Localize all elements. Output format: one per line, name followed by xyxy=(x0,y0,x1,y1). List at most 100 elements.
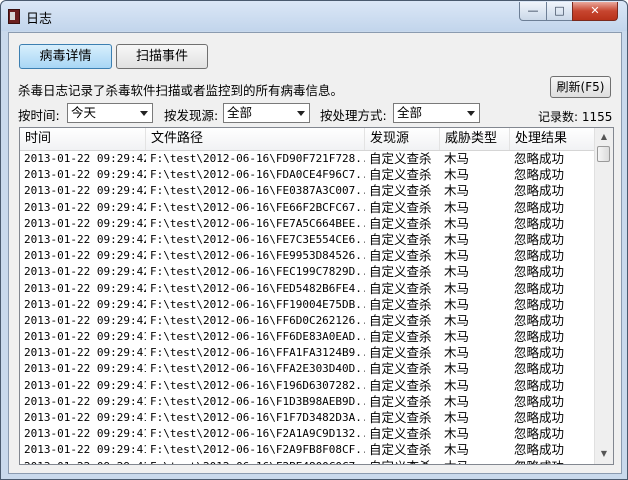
cell-time: 2013-01-22 09:29:42 xyxy=(24,184,146,198)
cell-threat: 木马 xyxy=(444,377,470,393)
window-title: 日志 xyxy=(26,12,53,27)
cell-path: F:\test\2012-06-16\FE7C3E554CE6... xyxy=(150,232,365,246)
cell-result: 忽略成功 xyxy=(514,426,565,442)
cell-source: 自定义查杀 xyxy=(369,345,432,361)
cell-source: 自定义查杀 xyxy=(369,280,432,296)
filter-source-select[interactable]: 全部 xyxy=(223,103,310,123)
tab-virus-details[interactable]: 病毒详情 xyxy=(19,44,112,69)
table-row[interactable]: 2013-01-22 09:29:41 F:\test\2012-06-16\FF… xyxy=(20,345,594,361)
cell-time: 2013-01-22 09:29:42 xyxy=(24,265,146,279)
column-header-path[interactable]: 文件路径 xyxy=(146,128,365,150)
column-header-source[interactable]: 发现源 xyxy=(365,128,440,150)
cell-result: 忽略成功 xyxy=(514,199,565,215)
close-button[interactable]: ✕ xyxy=(572,2,618,21)
cell-time: 2013-01-22 09:29:41 xyxy=(24,427,146,441)
cell-source: 自定义查杀 xyxy=(369,248,432,264)
cell-time: 2013-01-22 09:29:42 xyxy=(24,216,146,230)
table-row[interactable]: 2013-01-22 09:29:42 F:\test\2012-06-16\FD… xyxy=(20,167,594,183)
cell-threat: 木马 xyxy=(444,215,470,231)
table-row[interactable]: 2013-01-22 09:29:41F:\test\2012-06-16\F2… xyxy=(20,426,594,442)
table-row[interactable]: 2013-01-22 09:29:42 F:\test\2012-06-16\FD… xyxy=(20,151,594,167)
cell-path: F:\test\2012-06-16\FDA0CE4F96C7... xyxy=(150,168,365,182)
cell-path: F:\test\2012-06-16\FFA1FA3124B9... xyxy=(150,346,365,360)
table-row[interactable]: 2013-01-22 09:29:41F:\test\2012-06-16\F2… xyxy=(20,459,594,464)
table-row[interactable]: 2013-01-22 09:29:42 F:\test\2012-06-16\FE… xyxy=(20,232,594,248)
cell-threat: 木马 xyxy=(440,459,510,464)
cell-time: 2013-01-22 09:29:41 xyxy=(24,411,146,424)
cell-result: 忽略成功 xyxy=(514,312,565,328)
table-row[interactable]: 2013-01-22 09:29:42 F:\test\2012-06-16\FE… xyxy=(20,264,594,280)
cell-threat: 木马 xyxy=(444,329,470,345)
cell-source: 自定义查杀 xyxy=(365,459,440,464)
cell-path: F:\test\2012-06-16\F2BE4800C0C7... xyxy=(146,459,365,464)
table-row[interactable]: 2013-01-22 09:29:42 F:\test\2012-06-16\FE… xyxy=(20,200,594,216)
column-header-threat[interactable]: 威胁类型 xyxy=(440,128,510,150)
cell-source: 自定义查杀 xyxy=(369,296,432,312)
cell-source: 自定义查杀 xyxy=(369,264,432,280)
cell-result: 忽略成功 xyxy=(514,345,565,361)
filter-action-select[interactable]: 全部 xyxy=(393,103,480,123)
table-row[interactable]: 2013-01-22 09:29:41 F:\test\2012-06-16\FF… xyxy=(20,361,594,377)
table-body: 2013-01-22 09:29:42 F:\test\2012-06-16\FD… xyxy=(20,151,594,464)
cell-source: 自定义查杀 xyxy=(369,312,432,328)
tab-scan-events[interactable]: 扫描事件 xyxy=(116,44,208,69)
cell-path: F:\test\2012-06-16\FF19004E75DB... xyxy=(150,297,365,311)
cell-result: 忽略成功 xyxy=(514,167,565,183)
column-header-time[interactable]: 时间 xyxy=(20,128,146,150)
chevron-down-icon xyxy=(467,111,475,116)
cell-threat: 木马 xyxy=(444,296,470,312)
table-row[interactable]: 2013-01-22 09:29:41 F:\test\2012-06-16\F1… xyxy=(20,410,594,426)
table-row[interactable]: 2013-01-22 09:29:42 F:\test\2012-06-16\FE… xyxy=(20,183,594,199)
table-row[interactable]: 2013-01-22 09:29:42 F:\test\2012-06-16\FE… xyxy=(20,248,594,264)
table-row[interactable]: 2013-01-22 09:29:41F:\test\2012-06-16\F2… xyxy=(20,442,594,458)
cell-source: 自定义查杀 xyxy=(369,231,432,247)
cell-result: 忽略成功 xyxy=(514,410,565,425)
scroll-down-icon[interactable]: ▼ xyxy=(596,446,612,462)
cell-source: 自定义查杀 xyxy=(369,410,432,425)
record-count: 记录数: 1155 xyxy=(538,110,613,124)
client-area: 病毒详情 扫描事件 杀毒日志记录了杀毒软件扫描或者监控到的所有病毒信息。 刷新(… xyxy=(8,32,622,474)
cell-path: F:\test\2012-06-16\FE0387A3C007... xyxy=(150,184,365,198)
cell-time: 2013-01-22 09:29:41 xyxy=(24,330,146,344)
cell-threat: 木马 xyxy=(444,231,470,247)
vertical-scrollbar[interactable]: ▲ ▼ xyxy=(594,128,613,464)
table-row[interactable]: 2013-01-22 09:29:42 F:\test\2012-06-16\FE… xyxy=(20,281,594,297)
cell-threat: 木马 xyxy=(444,426,470,442)
maximize-button[interactable]: □ xyxy=(546,2,573,21)
cell-source: 自定义查杀 xyxy=(369,442,432,458)
cell-source: 自定义查杀 xyxy=(369,215,432,231)
table-header: 时间 文件路径 发现源 威胁类型 处理结果 xyxy=(20,128,594,151)
table-row[interactable]: 2013-01-22 09:29:41 F:\test\2012-06-16\F1… xyxy=(20,394,594,410)
refresh-button[interactable]: 刷新(F5) xyxy=(550,76,611,98)
cell-source: 自定义查杀 xyxy=(369,329,432,345)
cell-source: 自定义查杀 xyxy=(369,151,432,166)
app-icon xyxy=(8,9,20,24)
cell-path: F:\test\2012-06-16\FE7A5C664BEE... xyxy=(150,216,365,230)
cell-path: F:\test\2012-06-16\FD90F721F728... xyxy=(150,152,365,165)
minimize-button[interactable]: — xyxy=(519,2,547,21)
cell-result: 忽略成功 xyxy=(514,361,565,377)
title-bar[interactable]: 日志 — □ ✕ xyxy=(1,1,627,31)
cell-source: 自定义查杀 xyxy=(369,393,432,409)
cell-path: F:\test\2012-06-16\FE9953D84526... xyxy=(150,249,365,263)
cell-time: 2013-01-22 09:29:42 xyxy=(24,297,146,311)
table-row[interactable]: 2013-01-22 09:29:42 F:\test\2012-06-16\FF… xyxy=(20,313,594,329)
cell-threat: 木马 xyxy=(444,345,470,361)
scroll-up-icon[interactable]: ▲ xyxy=(596,129,612,145)
cell-result: 忽略成功 xyxy=(514,215,565,231)
cell-time: 2013-01-22 09:29:41 xyxy=(24,362,146,376)
table-row[interactable]: 2013-01-22 09:29:42 F:\test\2012-06-16\FF… xyxy=(20,297,594,313)
scroll-thumb[interactable] xyxy=(597,146,610,162)
cell-source: 自定义查杀 xyxy=(369,199,432,215)
column-header-result[interactable]: 处理结果 xyxy=(510,128,594,150)
table-row[interactable]: 2013-01-22 09:29:41 F:\test\2012-06-16\FF… xyxy=(20,329,594,345)
cell-path: F:\test\2012-06-16\FED5482B6FE4... xyxy=(150,281,365,295)
filter-time-select[interactable]: 今天 xyxy=(67,103,153,123)
filter-action-value: 全部 xyxy=(397,105,423,120)
table-row[interactable]: 2013-01-22 09:29:42 F:\test\2012-06-16\FE… xyxy=(20,216,594,232)
table-row[interactable]: 2013-01-22 09:29:41 F:\test\2012-06-16\F1… xyxy=(20,378,594,394)
cell-result: 忽略成功 xyxy=(514,280,565,296)
cell-time: 2013-01-22 09:29:41 xyxy=(24,346,146,360)
cell-time: 2013-01-22 09:29:42 xyxy=(24,281,146,295)
cell-time: 2013-01-22 09:29:41 xyxy=(20,459,146,464)
